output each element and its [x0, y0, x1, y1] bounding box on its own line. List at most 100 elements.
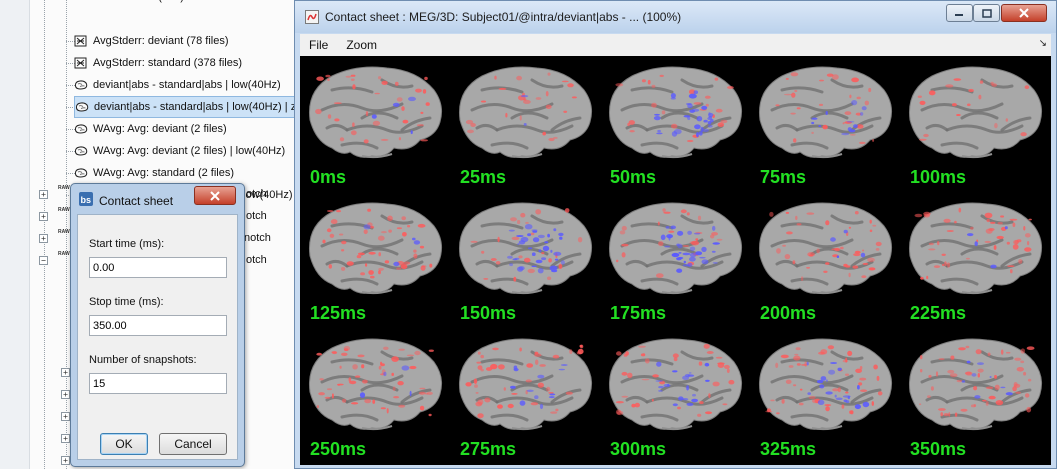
- stop-time-input[interactable]: [89, 315, 227, 336]
- brain-results-icon: [75, 101, 89, 113]
- tree-item-label: WAvg: Avg: deviant (2 files): [93, 123, 227, 135]
- brain-surface-snapshot: [608, 202, 742, 295]
- brain-surface-snapshot: [908, 202, 1042, 295]
- brain-surface-snapshot: [458, 202, 592, 295]
- snapshot-time-label: 50ms: [610, 167, 657, 187]
- tree-expand-toggle[interactable]: +: [61, 456, 70, 465]
- window-titlebar[interactable]: Contact sheet : MEG/3D: Subject01/@intra…: [295, 1, 1056, 33]
- tree-expand-toggle[interactable]: −: [39, 256, 48, 265]
- tree-item[interactable]: WAvg: Avg: standard (2 files): [74, 162, 234, 184]
- brainstorm-bs-icon: bs: [79, 192, 93, 206]
- snapshot-time-label: 75ms: [760, 167, 807, 187]
- brain-surface-snapshot: [308, 202, 442, 295]
- brain-surface-snapshot: [908, 338, 1042, 431]
- snapshot-time-label: 325ms: [760, 439, 817, 459]
- raw-folder-icon: RAW: [58, 251, 70, 257]
- snapshot-time-label: 300ms: [610, 439, 667, 459]
- tree-expand-toggle[interactable]: +: [61, 368, 70, 377]
- ok-button[interactable]: OK: [100, 433, 148, 455]
- tree-expand-toggle[interactable]: +: [61, 390, 70, 399]
- minimize-button[interactable]: [946, 4, 973, 22]
- snapshot-cell: 300ms: [600, 328, 750, 464]
- dialog-title: Contact sheet: [99, 194, 174, 208]
- tree-item-label: WAvg: Avg: standard (2 files): [93, 167, 235, 179]
- snapshots-label: Number of snapshots:: [89, 354, 197, 366]
- brain-surface-snapshot: [908, 66, 1042, 159]
- snapshot-cell: 0ms: [300, 56, 450, 192]
- tree-folder-label-partial[interactable]: otch: [246, 183, 267, 205]
- brain-surface-snapshot: [308, 338, 442, 431]
- snapshot-time-label: 225ms: [910, 303, 967, 323]
- snapshot-time-label: 25ms: [460, 167, 507, 187]
- snapshot-time-label: 350ms: [910, 439, 967, 459]
- tree-item[interactable]: WAvg: Avg: deviant (2 files) | low(40Hz): [74, 140, 285, 162]
- tree-item-label: AvgStderr: standard (378 files): [93, 57, 242, 69]
- tree-folder-label-partial[interactable]: otch: [246, 205, 267, 227]
- tree-item[interactable]: deviant|abs - standard|abs | low(40Hz) |…: [74, 96, 300, 118]
- tree-item[interactable]: AvgStderr: standard (378 files): [74, 52, 242, 74]
- snapshot-cell: 150ms: [450, 192, 600, 328]
- snapshot-time-label: 125ms: [310, 303, 367, 323]
- brain-surface-snapshot: [608, 66, 742, 159]
- brain-results-icon: [74, 167, 88, 179]
- snapshot-cell: 125ms: [300, 192, 450, 328]
- dialog-close-button[interactable]: [194, 186, 236, 205]
- tree-expand-toggle[interactable]: +: [39, 234, 48, 243]
- snapshot-cell: 100ms: [900, 56, 1050, 192]
- tree-expand-toggle[interactable]: +: [61, 412, 70, 421]
- tree-folder-label-partial[interactable]: otch: [246, 249, 267, 271]
- contact-sheet-window: Contact sheet : MEG/3D: Subject01/@intra…: [294, 0, 1057, 469]
- snapshot-time-label: 100ms: [910, 167, 967, 187]
- brain-results-icon: [74, 123, 88, 135]
- tree-item-label: Ctf channels (340): [94, 0, 184, 3]
- menu-zoom[interactable]: Zoom: [337, 38, 386, 52]
- cancel-button[interactable]: Cancel: [159, 433, 227, 455]
- snapshots-input[interactable]: [89, 373, 227, 394]
- brain-surface-snapshot: [758, 202, 892, 295]
- close-button[interactable]: [1001, 4, 1047, 22]
- brainstorm-figure-icon: [305, 10, 319, 24]
- tree-item[interactable]: AvgStderr: deviant (78 files): [74, 30, 229, 52]
- maximize-icon: [981, 8, 992, 18]
- svg-text:bs: bs: [81, 195, 92, 205]
- snapshot-cell: 200ms: [750, 192, 900, 328]
- maximize-button[interactable]: [973, 4, 1000, 22]
- tree-item-partial[interactable]: Ctf channels (340): [94, 0, 184, 8]
- raw-folder-icon: RAW: [58, 207, 70, 213]
- tree-item[interactable]: WAvg: Avg: deviant (2 files): [74, 118, 227, 140]
- snapshot-cell: 25ms: [450, 56, 600, 192]
- tree-folder-label-partial[interactable]: notch: [244, 227, 271, 249]
- snapshot-cell: 250ms: [300, 328, 450, 464]
- brain-surface-snapshot: [308, 66, 442, 159]
- snapshot-cell: 75ms: [750, 56, 900, 192]
- tree-item[interactable]: deviant|abs - standard|abs | low(40Hz): [74, 74, 281, 96]
- tree-item-label: AvgStderr: deviant (78 files): [93, 35, 229, 47]
- tree-expand-toggle[interactable]: +: [39, 212, 48, 221]
- stat-matrix-icon: [74, 57, 88, 69]
- stop-time-label: Stop time (ms):: [89, 296, 164, 308]
- start-time-input[interactable]: [89, 257, 227, 278]
- snapshot-time-label: 250ms: [310, 439, 367, 459]
- dialog-body: Start time (ms): Stop time (ms): Number …: [77, 214, 238, 460]
- tree-item-label: deviant|abs - standard|abs | low(40Hz) |…: [94, 101, 297, 113]
- brain-surface-snapshot: [758, 338, 892, 431]
- start-time-label: Start time (ms):: [89, 238, 165, 250]
- contact-sheet-dialog: bs Contact sheet Start time (ms): Stop t…: [70, 183, 245, 467]
- brain-surface-snapshot: [608, 338, 742, 431]
- snapshot-cell: 50ms: [600, 56, 750, 192]
- menu-file[interactable]: File: [300, 38, 337, 52]
- brain-results-icon: [74, 79, 88, 91]
- menu-bar: File Zoom ↘: [300, 34, 1051, 56]
- snapshot-cell: 350ms: [900, 328, 1050, 464]
- tree-expand-toggle[interactable]: +: [39, 190, 48, 199]
- tree-expand-toggle[interactable]: +: [61, 434, 70, 443]
- close-icon: [210, 190, 220, 201]
- window-title: Contact sheet : MEG/3D: Subject01/@intra…: [325, 10, 682, 24]
- undock-arrow-icon[interactable]: ↘: [1039, 38, 1047, 49]
- brain-surface-snapshot: [458, 338, 592, 431]
- raw-folder-icon: RAW: [58, 185, 70, 191]
- close-icon: [1019, 8, 1029, 18]
- snapshot-time-label: 0ms: [310, 167, 347, 187]
- snapshot-cell: 275ms: [450, 328, 600, 464]
- snapshot-time-label: 175ms: [610, 303, 667, 323]
